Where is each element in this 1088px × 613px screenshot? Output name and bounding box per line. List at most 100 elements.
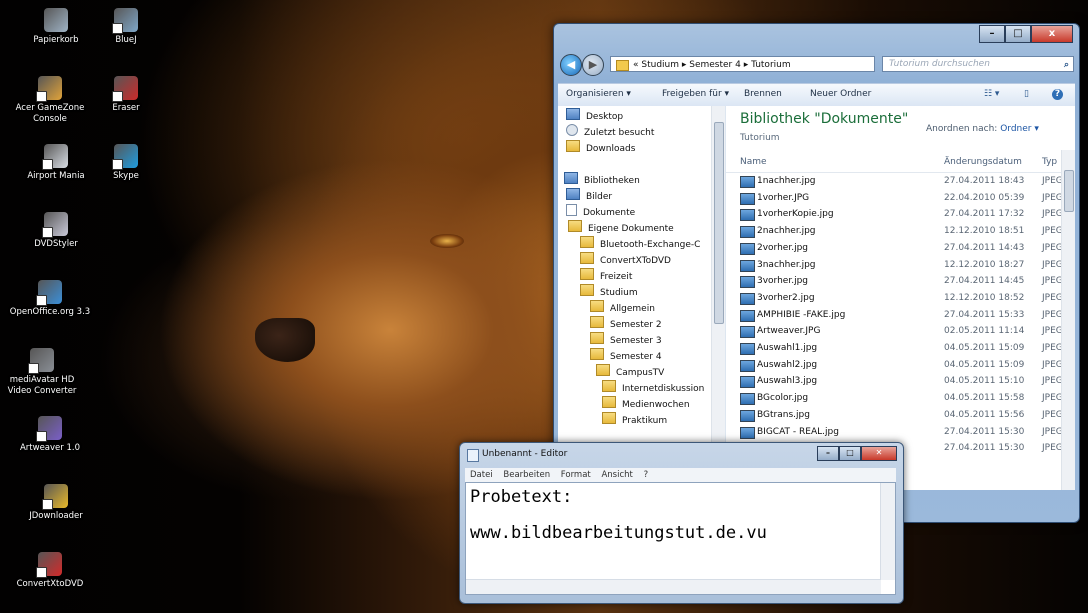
organize-button[interactable]: Organisieren ▾ <box>566 89 631 99</box>
scrollbar-thumb[interactable] <box>714 122 724 324</box>
file-list-scrollbar[interactable] <box>1061 150 1075 490</box>
file-row[interactable]: Auswahl3.jpg 04.05.2011 15:10 JPEG <box>726 373 1063 390</box>
nav-item[interactable]: Semester 3 <box>590 332 662 347</box>
nav-item[interactable]: Desktop <box>566 108 623 123</box>
search-input[interactable]: Tutorium durchsuchen ⌕ <box>882 56 1074 72</box>
file-row[interactable]: 2vorher.jpg 27.04.2011 14:43 JPEG <box>726 240 1063 257</box>
folder-icon <box>568 220 582 232</box>
file-row[interactable]: BIGCAT - REAL.jpg 27.04.2011 15:30 JPEG <box>726 424 1063 441</box>
column-header-name[interactable]: Name <box>740 157 767 167</box>
library-icon <box>566 108 580 120</box>
nav-item[interactable]: ConvertXToDVD <box>580 252 671 267</box>
file-date: 27.04.2011 14:45 <box>944 276 1025 287</box>
nav-item-label: Dokumente <box>583 208 636 218</box>
file-row[interactable]: 1vorherKopie.jpg 27.04.2011 17:32 JPEG <box>726 206 1063 223</box>
view-options-icon[interactable]: ☷ ▾ <box>984 89 999 99</box>
arrange-dropdown[interactable]: Ordner ▾ <box>1000 124 1039 134</box>
horizontal-scrollbar[interactable] <box>466 579 881 594</box>
desktop-icon[interactable]: BlueJ <box>84 8 168 46</box>
document-icon <box>566 204 577 216</box>
search-placeholder: Tutorium durchsuchen <box>889 59 990 69</box>
nav-item[interactable]: Zuletzt besucht <box>566 124 654 139</box>
address-bar-row: ◀ ▶ « Studium ▸ Semester 4 ▸ Tutorium Tu… <box>558 54 1074 76</box>
file-date: 27.04.2011 15:30 <box>944 426 1025 437</box>
explorer-window-controls: – □ x <box>979 25 1073 43</box>
file-row[interactable]: BGcolor.jpg 04.05.2011 15:58 JPEG <box>726 390 1063 407</box>
address-field[interactable]: « Studium ▸ Semester 4 ▸ Tutorium <box>610 56 875 72</box>
file-type: JPEG <box>1042 242 1063 253</box>
menu-bearbeiten[interactable]: Bearbeiten <box>503 470 550 480</box>
nav-item[interactable]: Freizeit <box>580 268 632 283</box>
maximize-button[interactable]: □ <box>1005 25 1031 43</box>
minimize-button[interactable]: – <box>817 446 839 461</box>
navigation-scrollbar[interactable] <box>711 106 725 490</box>
file-row[interactable]: Auswahl2.jpg 04.05.2011 15:09 JPEG <box>726 357 1063 374</box>
close-button[interactable]: ✕ <box>861 446 897 461</box>
file-name: 2vorher.jpg <box>757 242 809 253</box>
nav-item[interactable]: Praktikum <box>602 412 667 427</box>
nav-item[interactable]: Dokumente <box>566 204 635 219</box>
nav-item[interactable]: Semester 2 <box>590 316 662 331</box>
new-folder-button[interactable]: Neuer Ordner <box>810 89 871 99</box>
file-date: 22.04.2010 05:39 <box>944 192 1025 203</box>
help-icon[interactable]: ? <box>1052 89 1063 100</box>
nav-item[interactable]: Eigene Dokumente <box>568 220 674 235</box>
vertical-scrollbar[interactable] <box>880 483 895 580</box>
desktop-icon-label: BlueJ <box>115 35 137 45</box>
nav-item[interactable]: Bilder <box>566 188 612 203</box>
desktop-icon[interactable]: Skype <box>84 144 168 182</box>
desktop-icon[interactable]: Acer GameZone Console <box>8 76 92 125</box>
nav-item[interactable]: Studium <box>580 284 638 299</box>
file-row[interactable]: 3vorher2.jpg 12.12.2010 18:52 JPEG <box>726 290 1063 307</box>
close-button[interactable]: x <box>1031 25 1073 43</box>
maximize-button[interactable]: □ <box>839 446 861 461</box>
column-header-type[interactable]: Typ <box>1042 157 1057 167</box>
desktop-icon[interactable]: ConvertXtoDVD <box>8 552 92 590</box>
file-row[interactable]: 1vorher.JPG 22.04.2010 05:39 JPEG <box>726 190 1063 207</box>
file-row[interactable]: BGtrans.jpg 04.05.2011 15:56 JPEG <box>726 407 1063 424</box>
menu-datei[interactable]: Datei <box>470 470 493 480</box>
nav-item[interactable]: Medienwochen <box>602 396 690 411</box>
notepad-text-area[interactable]: Probetext: www.bildbearbeitungstut.de.vu <box>465 482 896 595</box>
file-row[interactable]: AMPHIBIE -FAKE.jpg 27.04.2011 15:33 JPEG <box>726 307 1063 324</box>
file-row[interactable]: Artweaver.JPG 02.05.2011 11:14 JPEG <box>726 323 1063 340</box>
nav-item[interactable]: Bluetooth-Exchange-C <box>580 236 700 251</box>
scrollbar-thumb[interactable] <box>1064 170 1074 212</box>
file-row[interactable]: 3vorher.jpg 27.04.2011 14:45 JPEG <box>726 273 1063 290</box>
menu-format[interactable]: Format <box>561 470 591 480</box>
menu-ansicht[interactable]: Ansicht <box>601 470 632 480</box>
openoffice-icon <box>36 280 62 306</box>
search-icon[interactable]: ⌕ <box>1064 58 1069 72</box>
nav-item[interactable]: Semester 4 <box>590 348 662 363</box>
desktop-icon[interactable]: Eraser <box>84 76 168 114</box>
file-row[interactable]: 2nachher.jpg 12.12.2010 18:51 JPEG <box>726 223 1063 240</box>
file-row[interactable]: Auswahl1.jpg 04.05.2011 15:09 JPEG <box>726 340 1063 357</box>
folder-icon <box>596 364 610 376</box>
desktop-icon-label: Eraser <box>112 103 140 113</box>
column-header-date[interactable]: Änderungsdatum <box>944 157 1022 167</box>
notepad-window[interactable]: Unbenannt - Editor – □ ✕ Datei Bearbeite… <box>459 442 904 604</box>
nav-item[interactable]: Bibliotheken <box>564 172 640 187</box>
preview-pane-icon[interactable]: ▯ <box>1024 89 1029 99</box>
file-row[interactable]: 3nachher.jpg 12.12.2010 18:27 JPEG <box>726 257 1063 274</box>
menu-help[interactable]: ? <box>644 470 649 480</box>
forward-arrow-icon[interactable]: ▶ <box>582 54 604 76</box>
desktop-icon[interactable]: mediAvatar HD Video Converter <box>0 348 84 397</box>
nav-item[interactable]: Internetdiskussion <box>602 380 704 395</box>
nav-item[interactable]: Allgemein <box>590 300 655 315</box>
nav-item[interactable]: CampusTV <box>596 364 664 379</box>
file-row[interactable]: 1nachher.jpg 27.04.2011 18:43 JPEG <box>726 173 1063 190</box>
desktop-icon[interactable]: Artweaver 1.0 <box>8 416 92 454</box>
folder-icon <box>580 236 594 248</box>
file-type: JPEG <box>1042 393 1063 404</box>
share-button[interactable]: Freigeben für ▾ <box>662 89 729 99</box>
nav-item[interactable]: Downloads <box>566 140 635 155</box>
file-type: JPEG <box>1042 176 1063 186</box>
desktop-icon[interactable]: OpenOffice.org 3.3 <box>8 280 92 318</box>
minimize-button[interactable]: – <box>979 25 1005 43</box>
burn-button[interactable]: Brennen <box>744 89 782 99</box>
nav-item-label: Medienwochen <box>622 400 690 410</box>
desktop-icon[interactable]: DVDStyler <box>14 212 98 250</box>
desktop-icon[interactable]: JDownloader <box>14 484 98 522</box>
back-arrow-icon[interactable]: ◀ <box>560 54 582 76</box>
